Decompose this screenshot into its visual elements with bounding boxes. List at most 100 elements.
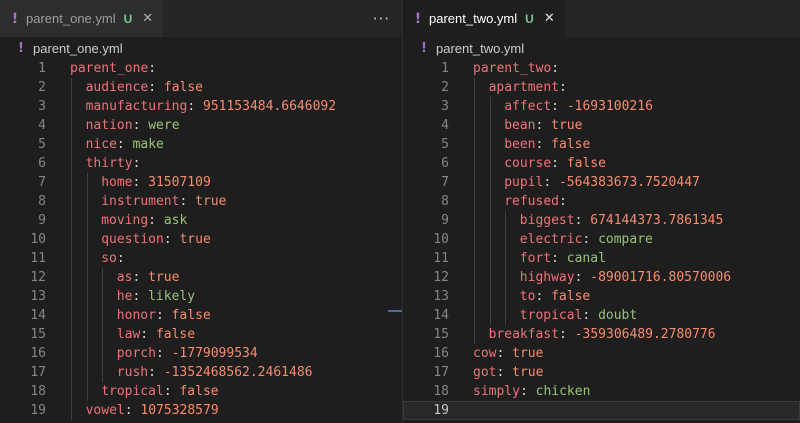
code-line[interactable]: 5 nice: make xyxy=(0,135,402,154)
tab-label: parent_one.yml xyxy=(26,11,116,26)
yaml-value: true xyxy=(195,194,227,209)
code-line[interactable]: 6 course: false xyxy=(403,154,800,173)
yaml-key: as xyxy=(116,270,133,285)
more-actions-icon[interactable]: ··· xyxy=(373,0,390,37)
code-line[interactable]: 3 manufacturing: 951153484.6646092 xyxy=(0,97,402,116)
yaml-key: affect xyxy=(504,99,552,114)
code-text: been: false xyxy=(504,137,591,152)
code-line[interactable]: 10 electric: compare xyxy=(403,230,800,249)
code-editor-left[interactable]: 1 parent_one: 2 audience: false 3 manufacturi… xyxy=(0,59,402,423)
code-line[interactable]: 2 audience: false xyxy=(0,78,402,97)
yaml-value: make xyxy=(132,137,164,152)
code-text: highway: -89001716.80570006 xyxy=(519,270,732,285)
code-line[interactable]: 9 moving: ask xyxy=(0,211,402,230)
code-line[interactable]: 7 home: 31507109 xyxy=(0,173,402,192)
breadcrumb-file[interactable]: parent_two.yml xyxy=(436,41,524,56)
yaml-key: highway xyxy=(519,270,575,285)
yaml-key: thirty xyxy=(85,156,133,171)
code-line[interactable]: 11 fort: canal xyxy=(403,249,800,268)
line-number: 2 xyxy=(38,80,46,95)
code-line[interactable]: 9 biggest: 674144373.7861345 xyxy=(403,211,800,230)
code-line[interactable]: 16 cow: true xyxy=(403,344,800,363)
line-number: 13 xyxy=(30,289,46,304)
code-line[interactable]: 18 tropical: false xyxy=(0,382,402,401)
code-line[interactable]: 6 thirty: xyxy=(0,154,402,173)
yaml-file-icon: ! xyxy=(421,40,427,56)
code-line[interactable]: 17 got: true xyxy=(403,363,800,382)
yaml-value: true xyxy=(179,232,211,247)
line-number: 3 xyxy=(441,99,449,114)
code-text: refused: xyxy=(504,194,567,209)
code-line[interactable]: 19 xyxy=(403,401,800,420)
scrollbar[interactable] xyxy=(388,59,402,423)
code-line[interactable]: 16 porch: -1779099534 xyxy=(0,344,402,363)
code-text: tropical: doubt xyxy=(519,308,638,323)
code-line[interactable]: 14 tropical: doubt xyxy=(403,306,800,325)
code-text: question: true xyxy=(101,232,211,247)
yaml-key: tropical xyxy=(519,308,583,323)
code-editor-right[interactable]: 1 parent_two: 2 apartment: 3 affect: -1693100… xyxy=(403,59,800,423)
code-line[interactable]: 1 parent_two: xyxy=(403,59,800,78)
code-line[interactable]: 15 breakfast: -359306489.2780776 xyxy=(403,325,800,344)
yaml-key: law xyxy=(116,327,141,342)
code-line[interactable]: 11 so: xyxy=(0,249,402,268)
breadcrumb-file[interactable]: parent_one.yml xyxy=(33,41,123,56)
yaml-value: 674144373.7861345 xyxy=(590,213,724,228)
code-text: porch: -1779099534 xyxy=(116,346,258,361)
code-line[interactable]: 5 been: false xyxy=(403,135,800,154)
yaml-value: false xyxy=(551,137,591,152)
yaml-key: honor xyxy=(116,308,156,323)
code-line[interactable]: 1 parent_one: xyxy=(0,59,402,78)
yaml-key: manufacturing xyxy=(85,99,188,114)
line-number: 11 xyxy=(30,251,46,266)
yaml-key: simply xyxy=(473,384,520,399)
code-line[interactable]: 8 refused: xyxy=(403,192,800,211)
code-line[interactable]: 14 honor: false xyxy=(0,306,402,325)
code-line[interactable]: 19 vowel: 1075328579 xyxy=(0,401,402,420)
editor-group-left: ! parent_one.yml U ✕ ··· ! parent_one.ym… xyxy=(0,0,402,423)
git-untracked-badge: U xyxy=(525,11,534,26)
yaml-value: compare xyxy=(598,232,653,247)
yaml-value: -1693100216 xyxy=(566,99,653,114)
close-icon[interactable]: ✕ xyxy=(544,11,555,26)
tab-parent-one[interactable]: ! parent_one.yml U ✕ xyxy=(0,0,165,37)
yaml-key: porch xyxy=(116,346,156,361)
yaml-value: true xyxy=(512,365,544,380)
code-text: tropical: false xyxy=(101,384,219,399)
code-text: as: true xyxy=(116,270,180,285)
code-line[interactable]: 15 law: false xyxy=(0,325,402,344)
line-number: 19 xyxy=(30,403,46,418)
code-text: simply: chicken xyxy=(473,384,591,399)
yaml-key: nation xyxy=(85,118,133,133)
line-number: 12 xyxy=(433,270,449,285)
code-line[interactable]: 8 instrument: true xyxy=(0,192,402,211)
code-text: law: false xyxy=(116,327,196,342)
tab-parent-two[interactable]: ! parent_two.yml U ✕ xyxy=(403,0,566,37)
line-number: 1 xyxy=(38,61,46,76)
code-line[interactable]: 10 question: true xyxy=(0,230,402,249)
code-text: manufacturing: 951153484.6646092 xyxy=(85,99,337,114)
yaml-value: were xyxy=(148,118,180,133)
line-number: 9 xyxy=(441,213,449,228)
code-line[interactable]: 3 affect: -1693100216 xyxy=(403,97,800,116)
yaml-value: -1352468562.2461486 xyxy=(163,365,313,380)
code-line[interactable]: 17 rush: -1352468562.2461486 xyxy=(0,363,402,382)
yaml-key: cow xyxy=(473,346,497,361)
code-line[interactable]: 12 as: true xyxy=(0,268,402,287)
close-icon[interactable]: ✕ xyxy=(142,11,153,26)
code-text: bean: true xyxy=(504,118,583,133)
code-line[interactable]: 13 he: likely xyxy=(0,287,402,306)
code-line[interactable]: 7 pupil: -564383673.7520447 xyxy=(403,173,800,192)
code-line[interactable]: 2 apartment: xyxy=(403,78,800,97)
code-line[interactable]: 4 nation: were xyxy=(0,116,402,135)
yaml-value: false xyxy=(155,327,196,342)
yaml-file-icon: ! xyxy=(414,10,422,27)
line-number: 10 xyxy=(30,232,46,247)
tab-bar-left: ! parent_one.yml U ✕ ··· xyxy=(0,0,402,37)
code-line[interactable]: 18 simply: chicken xyxy=(403,382,800,401)
code-line[interactable]: 12 highway: -89001716.80570006 xyxy=(403,268,800,287)
code-line[interactable]: 4 bean: true xyxy=(403,116,800,135)
yaml-value: false xyxy=(566,156,606,171)
code-line[interactable]: 13 to: false xyxy=(403,287,800,306)
code-text: rush: -1352468562.2461486 xyxy=(116,365,313,380)
